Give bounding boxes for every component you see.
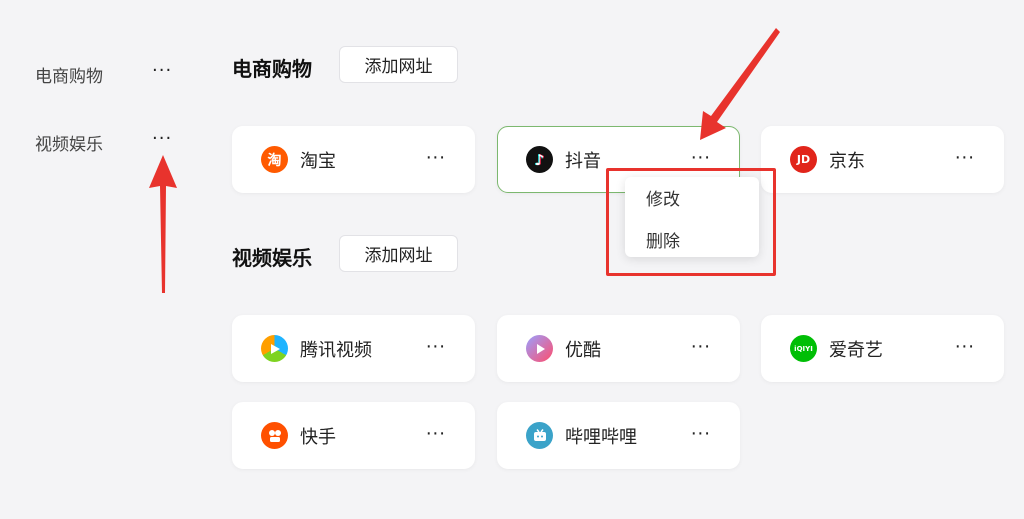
annotation-arrows xyxy=(149,28,780,293)
annotation-arrow-up xyxy=(149,155,177,293)
annotation-arrow-down-left xyxy=(700,28,780,140)
